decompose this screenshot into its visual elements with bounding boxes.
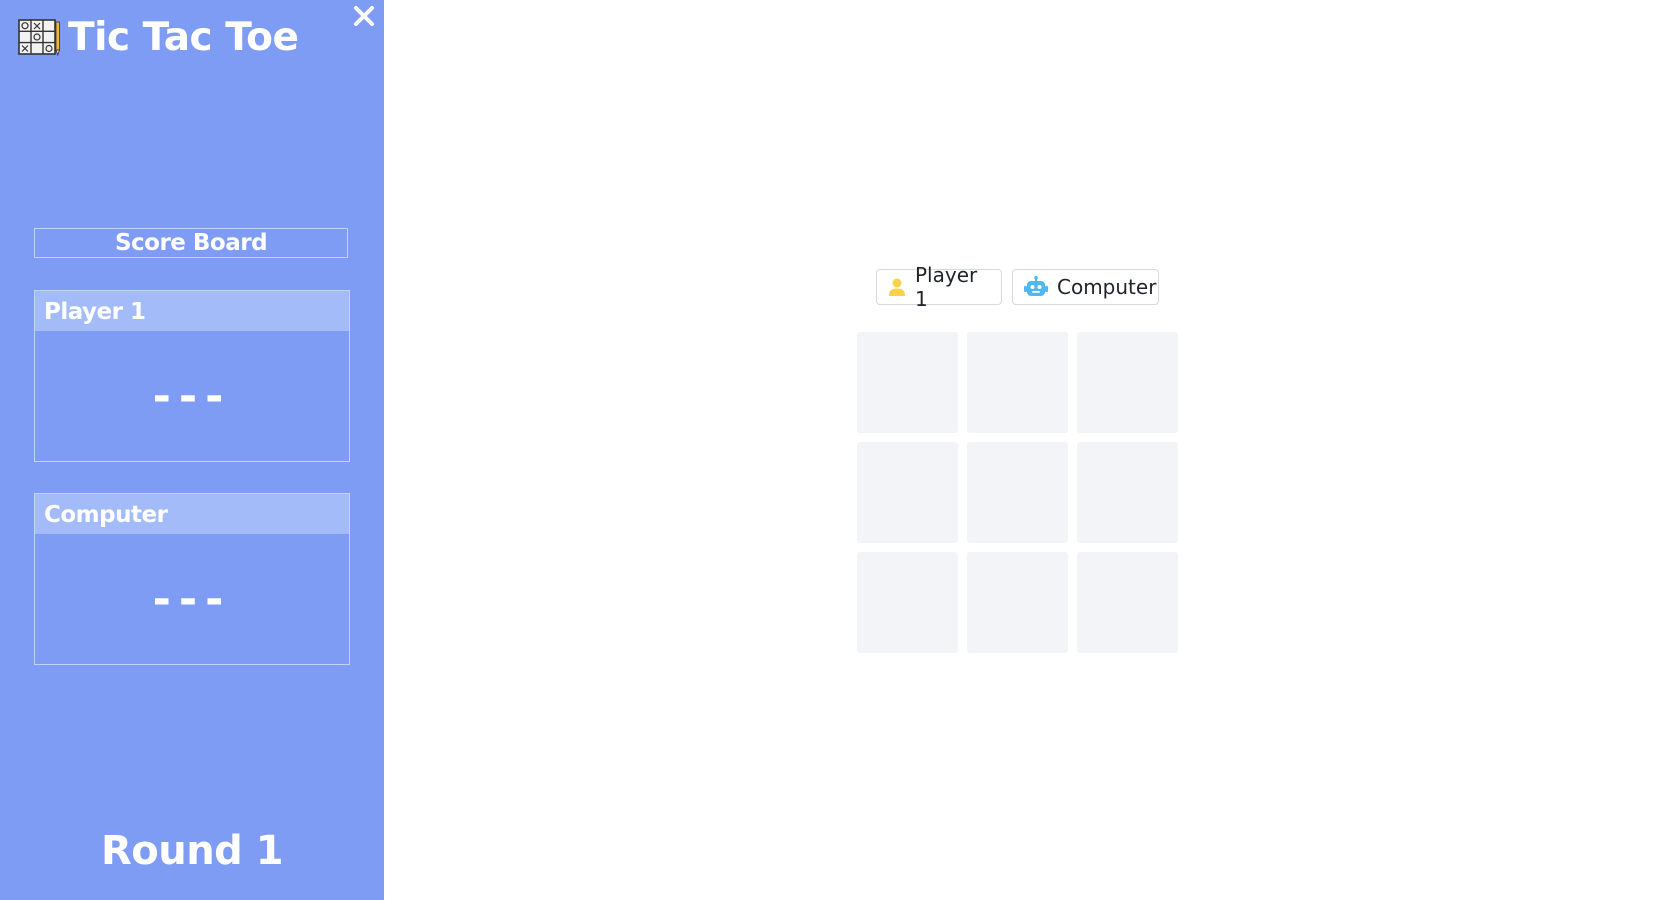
board-cell-8[interactable] [967, 552, 1068, 653]
score-card-player-name: Player 1 [35, 291, 349, 331]
board-cell-2[interactable] [967, 332, 1068, 433]
board-cell-5[interactable] [967, 442, 1068, 543]
app-root: Tic Tac Toe Score Board Player 1 --- Com… [0, 0, 1680, 900]
board-cell-6[interactable] [1077, 442, 1178, 543]
score-card-player-score: --- [152, 370, 232, 422]
computer-button[interactable]: Computer [1012, 269, 1159, 305]
turn-selector: Player 1 Computer [876, 263, 1159, 311]
score-card-computer: Computer --- [34, 493, 350, 665]
brand: Tic Tac Toe [18, 14, 299, 62]
game-board [857, 332, 1178, 653]
score-card-computer-name: Computer [35, 494, 349, 534]
app-title: Tic Tac Toe [68, 15, 299, 60]
score-card-computer-score: --- [152, 573, 232, 625]
board-cell-3[interactable] [1077, 332, 1178, 433]
robot-icon [1023, 276, 1049, 298]
user-icon [887, 277, 907, 297]
board-cell-4[interactable] [857, 442, 958, 543]
computer-label: Computer [1057, 275, 1157, 299]
player-1-button[interactable]: Player 1 [876, 263, 1002, 311]
scoreboard-title: Score Board [34, 228, 348, 258]
tic-tac-toe-grid-icon [18, 19, 60, 57]
board-cell-9[interactable] [1077, 552, 1178, 653]
player-1-label: Player 1 [915, 263, 978, 311]
board-cell-7[interactable] [857, 552, 958, 653]
close-icon [352, 4, 376, 28]
sidebar: Tic Tac Toe Score Board Player 1 --- Com… [0, 0, 384, 900]
close-button[interactable] [352, 4, 376, 28]
board-cell-1[interactable] [857, 332, 958, 433]
score-card-player: Player 1 --- [34, 290, 350, 462]
round-label: Round 1 [100, 828, 284, 874]
